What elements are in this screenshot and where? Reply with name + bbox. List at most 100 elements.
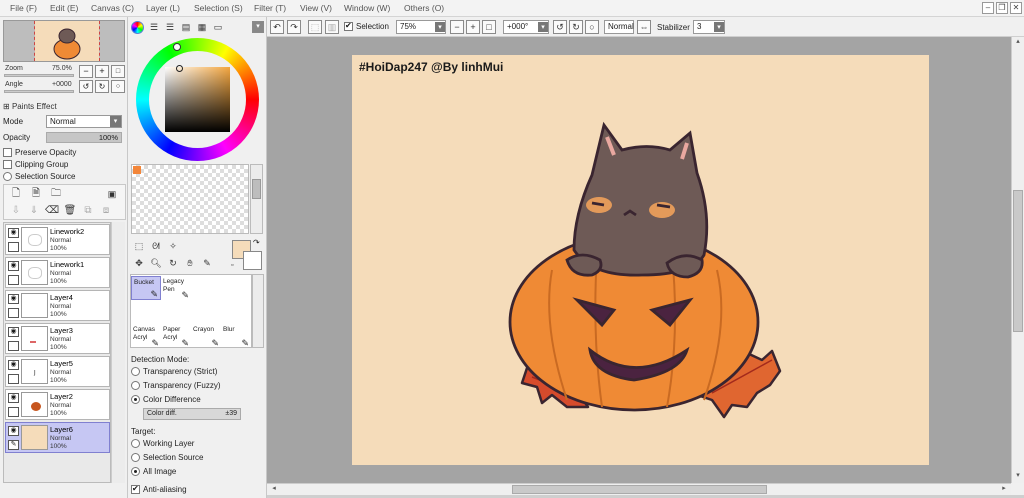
horizontal-scroll-thumb[interactable] (512, 485, 767, 494)
anti-aliasing-checkbox[interactable]: ✔ (131, 484, 140, 494)
horizontal-scrollbar[interactable]: ◂ ▸ (267, 483, 1011, 495)
navigator-preview[interactable] (3, 20, 125, 62)
move-icon[interactable]: ✥ (132, 257, 146, 270)
lock-toggle-icon[interactable] (8, 407, 19, 417)
brush-scrollbar[interactable] (252, 274, 264, 348)
brush-slot[interactable]: Crayon ✎ (191, 324, 221, 348)
scroll-left-icon[interactable]: ◂ (269, 484, 279, 494)
toolbar-rotate-left-button[interactable]: ↺ (553, 20, 567, 34)
menu-edit[interactable]: Edit (E) (50, 3, 78, 13)
menu-layer[interactable]: Layer (L) (146, 3, 180, 13)
radio-all-image[interactable] (131, 467, 140, 476)
toolbar-rotate-right-button[interactable]: ↻ (569, 20, 583, 34)
rotate-reset-button[interactable]: ○ (111, 80, 125, 93)
hsv-slider-tab-icon[interactable]: ☰ (163, 21, 177, 34)
scroll-right-icon[interactable]: ▸ (999, 484, 1009, 494)
brush-slot[interactable]: Paper Acryl ✎ (161, 324, 191, 348)
lock-toggle-icon[interactable] (8, 374, 19, 384)
lock-toggle-icon[interactable] (8, 341, 19, 351)
brush-slot[interactable]: Legacy Pen ✎ (161, 276, 191, 300)
zoom-tool-icon[interactable]: 🔍︎ (149, 257, 163, 270)
sv-picker-handle[interactable] (176, 65, 183, 72)
color-panel-menu-button[interactable]: ▾ (252, 21, 264, 33)
eye-icon[interactable]: ◉ (8, 294, 19, 304)
layer-row[interactable]: ◉ Layer2 Normal 100% (5, 389, 110, 420)
folder-icon[interactable]: 🗀 (49, 187, 63, 201)
menu-window[interactable]: Window (W) (344, 3, 390, 13)
merge-down-icon[interactable]: ⇓ (27, 204, 41, 218)
eyedropper-icon[interactable]: ✎ (200, 257, 214, 270)
rgb-slider-tab-icon[interactable]: ☰ (147, 21, 161, 34)
eye-icon[interactable]: ◉ (8, 228, 19, 238)
color-diff-slider[interactable]: Color diff. ±39 (143, 408, 241, 420)
rect-select-icon[interactable]: ⬚ (132, 240, 146, 253)
restore-button[interactable]: ❐ (996, 2, 1008, 14)
angle-select[interactable]: +000° ▾ (503, 20, 549, 34)
color-wheel[interactable] (136, 38, 259, 161)
color-wheel-tab-icon[interactable] (131, 21, 144, 34)
trash-icon[interactable]: 🗑 (63, 204, 77, 218)
brush-slot[interactable] (191, 276, 221, 300)
eye-icon[interactable]: ◉ (8, 327, 19, 337)
zoom-in-button[interactable]: + (95, 65, 109, 78)
layer-opacity-slider[interactable]: 100% (46, 132, 122, 143)
layer-row[interactable]: ◉ ȷ Layer5 Normal 100% (5, 356, 110, 387)
lock-toggle-icon[interactable] (8, 275, 19, 285)
scroll-up-icon[interactable]: ▴ (1013, 37, 1023, 47)
layer-row[interactable]: ◉ Linework1 Normal 100% (5, 257, 110, 288)
menu-view[interactable]: View (V) (300, 3, 332, 13)
clipping-group-checkbox[interactable] (3, 160, 12, 169)
hue-picker-handle[interactable] (173, 43, 181, 51)
paints-effect-header[interactable]: ⊞ Paints Effect (3, 102, 57, 111)
stabilizer-select[interactable]: 3 ▾ (693, 20, 725, 34)
gradient-slider-tab-icon[interactable]: ▤ (179, 21, 193, 34)
pencil-icon[interactable]: ✎ (8, 440, 19, 450)
minimize-button[interactable]: – (982, 2, 994, 14)
selection-visible-checkbox[interactable]: ✔ (344, 21, 353, 31)
new-layer-icon[interactable]: 🗋 (9, 187, 23, 201)
lock-toggle-icon[interactable] (8, 308, 19, 318)
toolbar-zoom-in-button[interactable]: + (466, 20, 480, 34)
swatch-grid[interactable] (131, 164, 249, 234)
duplicate-layer-icon[interactable]: ⧉ (81, 204, 95, 218)
layer-row[interactable]: ◉ ✎ Layer6 Normal 100% (5, 422, 110, 453)
swatch-scrollbar[interactable] (250, 164, 263, 234)
toolbar-zoom-out-button[interactable]: − (450, 20, 464, 34)
scroll-down-icon[interactable]: ▾ (1013, 471, 1023, 481)
secondary-color-swatch[interactable] (243, 251, 262, 270)
zoom-select[interactable]: 75% ▾ (396, 20, 446, 34)
radio-transparency-strict[interactable] (131, 367, 140, 376)
swatch-scroll-thumb[interactable] (252, 179, 261, 199)
new-layer-folder-icon[interactable]: 🗎 (29, 187, 43, 201)
hand-tool-icon[interactable]: ✋︎ (183, 257, 197, 270)
transfer-down-icon[interactable]: ⇩ (9, 204, 23, 218)
layer-row[interactable]: ◉ Layer3 Normal 100% (5, 323, 110, 354)
brush-slot[interactable]: Blur ✎ (221, 324, 251, 348)
eye-icon[interactable]: ◉ (8, 261, 19, 271)
brush-slot[interactable]: Canvas Acryl ✎ (131, 324, 161, 348)
layer-row[interactable]: ◉ Layer4 Normal 100% (5, 290, 110, 321)
layer-panel-toggle-icon[interactable]: ▣ (105, 187, 119, 201)
redo-button[interactable]: ↷ (287, 20, 301, 34)
radio-transparency-fuzzy[interactable] (131, 381, 140, 390)
rotate-tool-icon[interactable]: ↻ (166, 257, 180, 270)
reset-colors-icon[interactable]: ▫ (231, 262, 233, 269)
swatch-tab-icon[interactable]: ▦ (195, 21, 209, 34)
zoom-reset-button[interactable]: □ (111, 65, 125, 78)
eye-icon[interactable]: ◉ (8, 360, 19, 370)
rotate-left-button[interactable]: ↺ (79, 80, 93, 93)
preserve-opacity-checkbox[interactable] (3, 148, 12, 157)
vertical-scroll-thumb[interactable] (1013, 190, 1023, 332)
lasso-icon[interactable]: ᘛ (149, 240, 163, 253)
toolbar-zoom-reset-button[interactable]: □ (482, 20, 496, 34)
layer-mode-select[interactable]: Normal ▾ (46, 115, 122, 128)
zoom-slider[interactable] (4, 74, 74, 77)
flip-view-button[interactable]: ⇔ (637, 20, 651, 34)
angle-slider[interactable] (4, 90, 74, 93)
blend-mode-field[interactable]: Normal (604, 20, 634, 34)
eye-icon[interactable]: ◉ (8, 426, 19, 436)
menu-canvas[interactable]: Canvas (C) (91, 3, 134, 13)
swatch-orange[interactable] (133, 166, 141, 174)
rotate-right-button[interactable]: ↻ (95, 80, 109, 93)
deselect-button[interactable]: ⬚ (308, 20, 322, 34)
